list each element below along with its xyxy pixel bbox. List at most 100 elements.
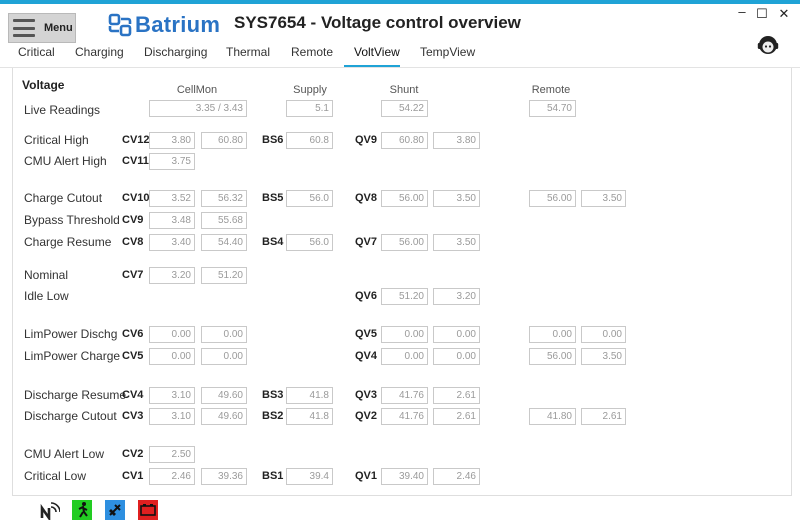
- qv-code: QV2: [355, 410, 378, 422]
- shunt-pack-voltage-field[interactable]: 56.00: [381, 234, 428, 251]
- cellmon-cell-voltage-field[interactable]: 0.00: [149, 348, 195, 365]
- bs-code: BS6: [262, 134, 284, 146]
- cellmon-pack-voltage-field[interactable]: 56.32: [201, 190, 247, 207]
- remote-cell-voltage-field[interactable]: 3.50: [581, 348, 626, 365]
- shunt-cell-voltage-field[interactable]: 3.50: [433, 190, 480, 207]
- cellmon-pack-voltage-field[interactable]: 55.68: [201, 212, 247, 229]
- cellmon-cell-voltage-field[interactable]: 3.20: [149, 267, 195, 284]
- column-header-remote: Remote: [531, 84, 571, 96]
- cellmon-pack-voltage-field[interactable]: 51.20: [201, 267, 247, 284]
- cellmon-pack-voltage-field[interactable]: 0.00: [201, 326, 247, 343]
- qv-code: QV1: [355, 470, 378, 482]
- cellmon-pack-voltage-field[interactable]: 54.40: [201, 234, 247, 251]
- remote-pack-voltage-field[interactable]: 56.00: [529, 348, 576, 365]
- cv-code: CV1: [122, 470, 144, 482]
- running-person-icon[interactable]: [72, 500, 92, 520]
- shunt-cell-voltage-field[interactable]: 3.20: [433, 288, 480, 305]
- supply-voltage-field[interactable]: 60.8: [286, 132, 333, 149]
- shunt-pack-voltage-field[interactable]: 39.40: [381, 468, 428, 485]
- tab-charging[interactable]: Charging: [75, 45, 124, 59]
- tab-thermal[interactable]: Thermal: [226, 45, 270, 59]
- cellmon-cell-voltage-field[interactable]: 2.50: [149, 446, 195, 463]
- cv-code: CV4: [122, 389, 144, 401]
- cellmon-pack-voltage-field[interactable]: 49.60: [201, 387, 247, 404]
- bs-code: BS3: [262, 389, 284, 401]
- network-icon[interactable]: [40, 500, 60, 520]
- row-label: Critical High: [24, 133, 89, 147]
- cellmon-cell-voltage-field[interactable]: 3.75: [149, 153, 195, 170]
- cellmon-pack-voltage-field[interactable]: 0.00: [201, 348, 247, 365]
- bs-code: BS4: [262, 236, 284, 248]
- shunt-pack-voltage-field[interactable]: 0.00: [381, 348, 428, 365]
- row-label: LimPower Dischg: [24, 327, 118, 341]
- maximize-button[interactable]: ☐: [753, 6, 771, 22]
- cellmon-cell-voltage-field[interactable]: 3.80: [149, 132, 195, 149]
- row-label: Critical Low: [24, 469, 87, 483]
- row-label: Charge Cutout: [24, 191, 103, 205]
- menu-button[interactable]: Menu: [8, 13, 76, 43]
- shunt-cell-voltage-field[interactable]: 2.61: [433, 408, 480, 425]
- row-label: CMU Alert High: [24, 154, 107, 168]
- shunt-cell-voltage-field[interactable]: 3.80: [433, 132, 480, 149]
- live-supply-field[interactable]: 5.1: [286, 100, 333, 117]
- remote-pack-voltage-field[interactable]: 0.00: [529, 326, 576, 343]
- bs-code: BS2: [262, 410, 284, 422]
- shunt-cell-voltage-field[interactable]: 0.00: [433, 348, 480, 365]
- qv-code: QV3: [355, 389, 378, 401]
- cv-code: CV10: [122, 192, 150, 204]
- cellmon-cell-voltage-field[interactable]: 0.00: [149, 326, 195, 343]
- cv-code: CV12: [122, 134, 150, 146]
- row-label: Nominal: [24, 268, 69, 282]
- shunt-cell-voltage-field[interactable]: 0.00: [433, 326, 480, 343]
- live-remote-field[interactable]: 54.70: [529, 100, 576, 117]
- remote-cell-voltage-field[interactable]: 3.50: [581, 190, 626, 207]
- cellmon-cell-voltage-field[interactable]: 3.10: [149, 387, 195, 404]
- title-accent-bar: [0, 0, 800, 4]
- cellmon-pack-voltage-field[interactable]: 39.36: [201, 468, 247, 485]
- tab-voltview[interactable]: VoltView: [354, 45, 400, 59]
- close-button[interactable]: ✕: [775, 6, 793, 22]
- plug-icon[interactable]: [105, 500, 125, 520]
- cellmon-cell-voltage-field[interactable]: 2.46: [149, 468, 195, 485]
- shunt-cell-voltage-field[interactable]: 2.46: [433, 468, 480, 485]
- shunt-pack-voltage-field[interactable]: 41.76: [381, 387, 428, 404]
- cellmon-cell-voltage-field[interactable]: 3.10: [149, 408, 195, 425]
- cellmon-cell-voltage-field[interactable]: 3.52: [149, 190, 195, 207]
- shunt-pack-voltage-field[interactable]: 51.20: [381, 288, 428, 305]
- remote-cell-voltage-field[interactable]: 2.61: [581, 408, 626, 425]
- row-label: CMU Alert Low: [24, 447, 105, 461]
- qv-code: QV8: [355, 192, 378, 204]
- row-label: Idle Low: [24, 289, 69, 303]
- supply-voltage-field[interactable]: 41.8: [286, 408, 333, 425]
- cellmon-pack-voltage-field[interactable]: 49.60: [201, 408, 247, 425]
- live-cellmon-field[interactable]: 3.35 / 3.43: [149, 100, 247, 117]
- shunt-pack-voltage-field[interactable]: 56.00: [381, 190, 428, 207]
- tab-critical[interactable]: Critical: [18, 45, 55, 59]
- shunt-cell-voltage-field[interactable]: 2.61: [433, 387, 480, 404]
- tab-tempview[interactable]: TempView: [420, 45, 475, 59]
- shunt-pack-voltage-field[interactable]: 0.00: [381, 326, 428, 343]
- live-shunt-field[interactable]: 54.22: [381, 100, 428, 117]
- remote-pack-voltage-field[interactable]: 56.00: [529, 190, 576, 207]
- shunt-cell-voltage-field[interactable]: 3.50: [433, 234, 480, 251]
- row-label: Discharge Cutout: [24, 409, 117, 423]
- batrium-logo: Batrium: [108, 10, 220, 40]
- supply-voltage-field[interactable]: 56.0: [286, 234, 333, 251]
- minimize-button[interactable]: –: [733, 4, 751, 19]
- supply-voltage-field[interactable]: 56.0: [286, 190, 333, 207]
- user-avatar-icon[interactable]: [757, 34, 779, 56]
- cellmon-cell-voltage-field[interactable]: 3.40: [149, 234, 195, 251]
- supply-voltage-field[interactable]: 41.8: [286, 387, 333, 404]
- tab-discharging[interactable]: Discharging: [144, 45, 207, 59]
- tab-remote[interactable]: Remote: [291, 45, 333, 59]
- remote-cell-voltage-field[interactable]: 0.00: [581, 326, 626, 343]
- battery-icon[interactable]: [138, 500, 158, 520]
- qv-code: QV5: [355, 328, 378, 340]
- cellmon-cell-voltage-field[interactable]: 3.48: [149, 212, 195, 229]
- row-label: Discharge Resume: [24, 388, 127, 402]
- shunt-pack-voltage-field[interactable]: 41.76: [381, 408, 428, 425]
- supply-voltage-field[interactable]: 39.4: [286, 468, 333, 485]
- remote-pack-voltage-field[interactable]: 41.80: [529, 408, 576, 425]
- cellmon-pack-voltage-field[interactable]: 60.80: [201, 132, 247, 149]
- shunt-pack-voltage-field[interactable]: 60.80: [381, 132, 428, 149]
